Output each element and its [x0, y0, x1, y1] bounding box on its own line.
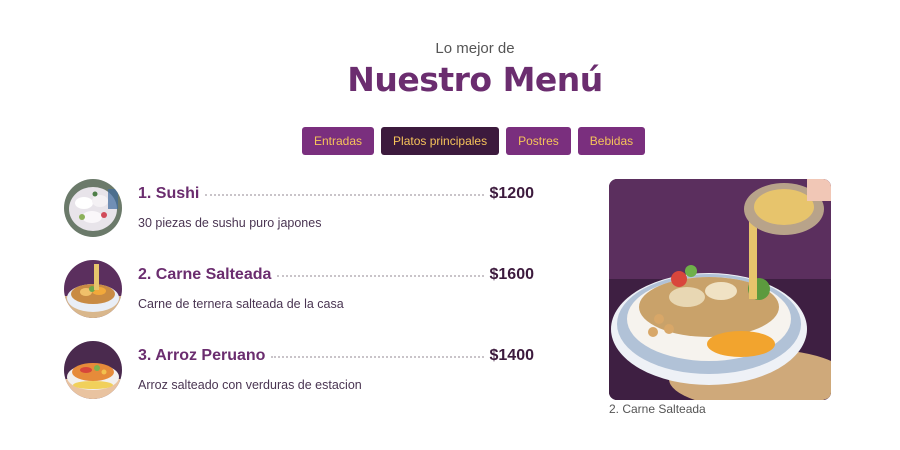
item-name: 2. Carne Salteada — [138, 266, 272, 283]
tab-postres[interactable]: Postres — [506, 127, 571, 155]
tab-platos-principales[interactable]: Platos principales — [381, 127, 500, 155]
sushi-thumbnail — [64, 179, 122, 237]
item-price: $1400 — [489, 347, 535, 364]
dotted-leader — [271, 356, 484, 358]
section-title: Nuestro Menú — [347, 60, 603, 99]
menu-category-tabs: Entradas Platos principales Postres Bebi… — [302, 127, 646, 155]
menu-item-sushi[interactable]: 1. Sushi $1200 30 piezas de sushu puro j… — [64, 179, 534, 239]
item-description: Carne de ternera salteada de la casa — [138, 297, 344, 311]
dotted-leader — [205, 194, 484, 196]
item-price: $1600 — [489, 266, 535, 283]
featured-dish-caption: 2. Carne Salteada — [609, 402, 706, 416]
section-subtitle: Lo mejor de — [435, 40, 515, 57]
dotted-leader — [277, 275, 484, 277]
featured-dish-image — [609, 179, 831, 400]
carne-salteada-thumbnail — [64, 260, 122, 318]
arroz-peruano-thumbnail — [64, 341, 122, 399]
menu-item-carne-salteada[interactable]: 2. Carne Salteada $1600 Carne de ternera… — [64, 260, 534, 320]
menu-item-arroz-peruano[interactable]: 3. Arroz Peruano $1400 Arroz salteado co… — [64, 341, 534, 401]
item-description: 30 piezas de sushu puro japones — [138, 216, 322, 230]
item-name: 3. Arroz Peruano — [138, 347, 266, 364]
item-name: 1. Sushi — [138, 185, 200, 202]
tab-bebidas[interactable]: Bebidas — [577, 127, 646, 155]
tab-entradas[interactable]: Entradas — [302, 127, 375, 155]
item-description: Arroz salteado con verduras de estacion — [138, 378, 362, 392]
item-price: $1200 — [489, 185, 535, 202]
